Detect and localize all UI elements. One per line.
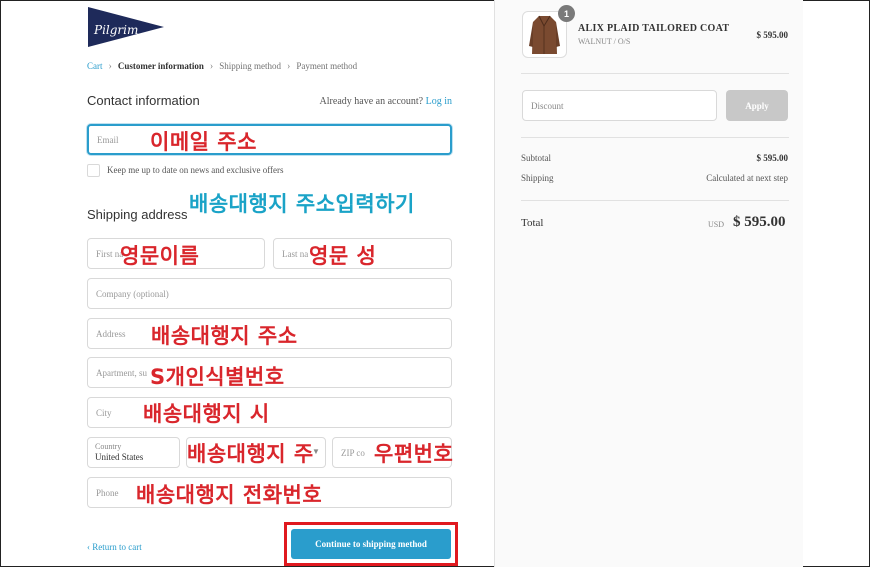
shipping-label: Shipping xyxy=(521,173,554,183)
country-select-content: Country United States xyxy=(95,442,143,462)
country-value: United States xyxy=(95,452,144,462)
product-name: ALIX PLAID TAILORED COAT xyxy=(578,23,730,34)
product-price: $ 595.00 xyxy=(756,30,789,40)
city-placeholder: City xyxy=(96,407,112,418)
continue-to-shipping-button[interactable]: Continue to shipping method xyxy=(291,529,451,559)
chevron-right-icon: › xyxy=(108,61,112,72)
annotation-personal-id: S개인식별번호 xyxy=(150,365,285,389)
contact-heading: Contact information xyxy=(87,93,200,108)
return-to-cart-link[interactable]: ‹ Return to cart xyxy=(87,542,142,552)
email-placeholder: Email xyxy=(97,134,119,145)
shipping-heading: Shipping address xyxy=(87,207,188,222)
product-variant: WALNUT / O/S xyxy=(578,37,631,46)
login-link[interactable]: Log in xyxy=(426,96,452,107)
svg-text:Pilgrim: Pilgrim xyxy=(93,23,138,37)
divider xyxy=(521,73,789,74)
breadcrumb: Cart › Customer information › Shipping metho… xyxy=(87,61,357,72)
divider xyxy=(521,137,789,138)
annotation-state: 배송대행지 주 xyxy=(187,442,314,466)
chevron-right-icon: › xyxy=(209,61,214,72)
last-name-placeholder: Last na xyxy=(282,248,309,259)
login-prompt: Already have an account? Log in xyxy=(320,96,452,107)
annotation-phone: 배송대행지 전화번호 xyxy=(136,483,323,507)
item-count-badge: 1 xyxy=(558,5,575,22)
annotation-last-name: 영문 성 xyxy=(309,244,377,268)
newsletter-label: Keep me up to date on news and exclusive… xyxy=(107,165,284,175)
discount-placeholder: Discount xyxy=(531,100,564,111)
company-placeholder: Company (optional) xyxy=(96,288,169,299)
apartment-placeholder: Apartment, su xyxy=(96,367,147,378)
annotation-zip: 우편번호 xyxy=(374,442,454,466)
annotation-email: 이메일 주소 xyxy=(150,130,257,154)
subtotal-value: $ 595.00 xyxy=(756,153,789,163)
total-label: Total xyxy=(521,217,544,229)
chevron-right-icon: › xyxy=(287,61,291,72)
company-field[interactable]: Company (optional) xyxy=(87,278,452,309)
breadcrumb-customer-information: Customer information xyxy=(117,61,204,71)
shipping-value: Calculated at next step xyxy=(706,173,788,183)
country-label: Country xyxy=(95,442,122,451)
breadcrumb-cart[interactable]: Cart xyxy=(87,61,103,71)
annotation-city: 배송대행지 시 xyxy=(143,402,270,426)
discount-field[interactable]: Discount xyxy=(522,90,717,121)
annotation-first-name: 영문이름 xyxy=(120,244,200,268)
return-to-cart-label: Return to cart xyxy=(92,542,142,552)
annotation-address-input: 배송대행지 주소입력하기 xyxy=(189,192,415,216)
newsletter-checkbox[interactable] xyxy=(87,164,100,177)
total-currency: USD xyxy=(708,220,725,229)
phone-placeholder: Phone xyxy=(96,487,119,498)
chevron-left-icon: ‹ xyxy=(87,542,90,552)
total-value: $ 595.00 xyxy=(733,214,786,230)
pilgrim-logo[interactable]: Pilgrim xyxy=(86,5,166,49)
email-field[interactable]: Email xyxy=(87,124,452,155)
order-summary-sidebar xyxy=(494,0,803,567)
breadcrumb-payment-method: Payment method xyxy=(296,61,358,71)
login-prompt-text: Already have an account? xyxy=(319,96,424,107)
address-placeholder: Address xyxy=(96,328,126,339)
breadcrumb-shipping-method: Shipping method xyxy=(219,61,282,71)
apply-button[interactable]: Apply xyxy=(726,90,788,121)
zip-placeholder: ZIP co xyxy=(341,447,365,458)
continue-button-highlight: Continue to shipping method xyxy=(284,522,458,566)
divider xyxy=(521,200,789,201)
subtotal-label: Subtotal xyxy=(521,153,552,163)
annotation-address: 배송대행지 주소 xyxy=(151,324,298,348)
